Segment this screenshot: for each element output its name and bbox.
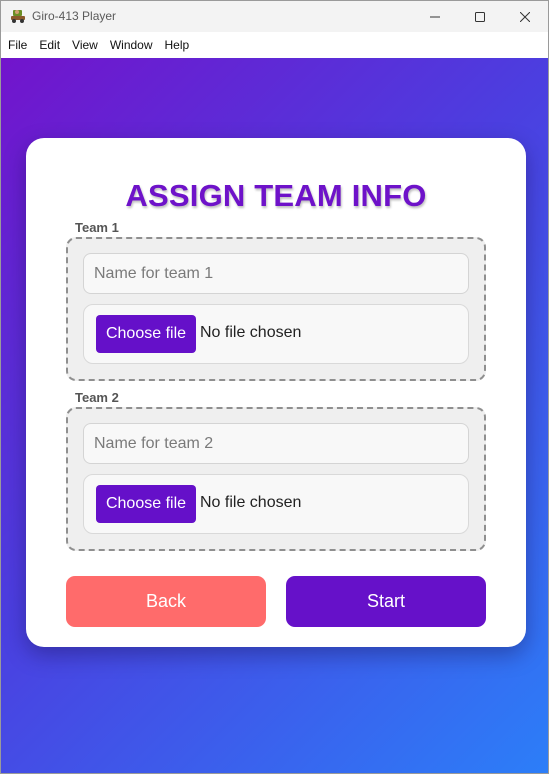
maximize-icon [475, 11, 485, 22]
maximize-button[interactable] [457, 1, 503, 32]
close-icon [520, 11, 530, 22]
start-button[interactable]: Start [286, 576, 486, 627]
team-1-choose-file-button[interactable]: Choose file [96, 315, 196, 353]
minimize-button[interactable] [412, 1, 458, 32]
team-2-file-picker: Choose file No file chosen [83, 474, 469, 534]
team-1-file-picker: Choose file No file chosen [83, 304, 469, 364]
team-2-label: Team 2 [75, 390, 119, 405]
team-2-fieldset: Choose file No file chosen [66, 407, 486, 551]
page-title: ASSIGN TEAM INFO [125, 178, 427, 213]
menu-window[interactable]: Window [110, 38, 153, 52]
minimize-icon [430, 16, 440, 17]
team-1-file-status: No file chosen [200, 324, 302, 341]
app-window: Giro-413 Player File Edit View Window He… [0, 0, 549, 774]
menu-bar: File Edit View Window Help [1, 32, 548, 58]
close-button[interactable] [502, 1, 548, 32]
team-info-card: ASSIGN TEAM INFO Team 1 Choose file No f… [26, 138, 526, 647]
team-2-choose-file-button[interactable]: Choose file [96, 485, 196, 523]
menu-edit[interactable]: Edit [39, 38, 60, 52]
menu-view[interactable]: View [72, 38, 98, 52]
menu-help[interactable]: Help [165, 38, 190, 52]
team-1-label: Team 1 [75, 220, 119, 235]
window-title: Giro-413 Player [32, 9, 117, 23]
menu-file[interactable]: File [8, 38, 27, 52]
app-content: ASSIGN TEAM INFO Team 1 Choose file No f… [1, 58, 548, 773]
app-icon [10, 8, 26, 24]
team-1-name-input[interactable] [83, 253, 469, 294]
team-2-file-status: No file chosen [200, 494, 302, 511]
team-1-fieldset: Choose file No file chosen [66, 237, 486, 381]
title-bar[interactable]: Giro-413 Player [1, 1, 548, 32]
back-button[interactable]: Back [66, 576, 266, 627]
team-2-name-input[interactable] [83, 423, 469, 464]
